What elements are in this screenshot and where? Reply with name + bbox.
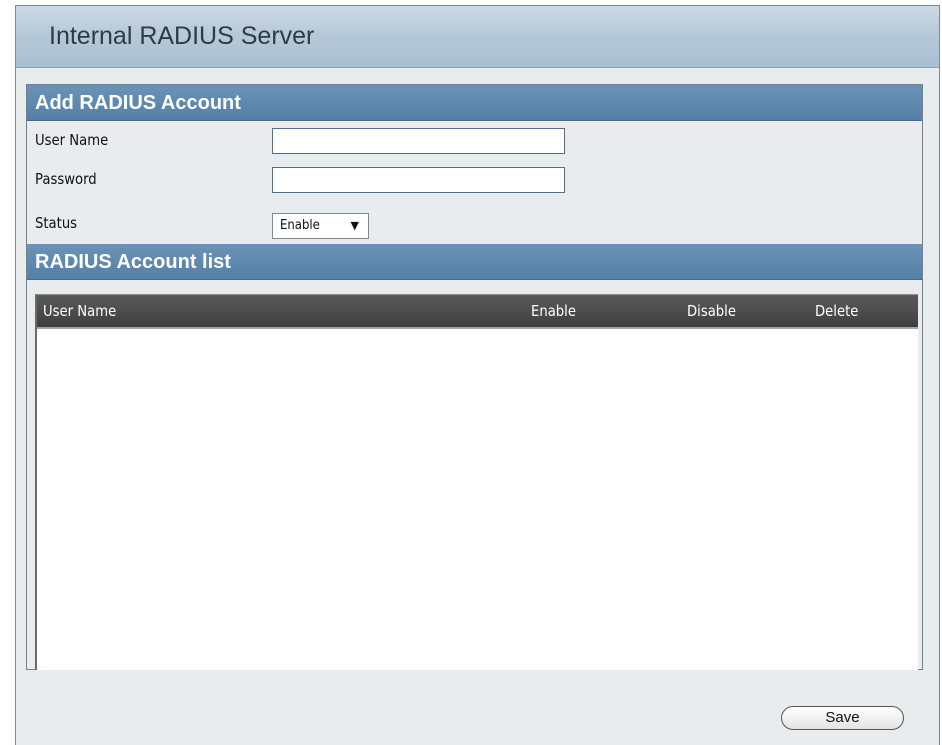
account-list-table-header: User Name Enable Disable Delete (37, 295, 918, 329)
user-name-label: User Name (35, 131, 109, 149)
caret-down-icon: ▼ (350, 219, 359, 232)
column-header-user-name: User Name (43, 302, 117, 320)
password-label: Password (35, 170, 97, 188)
status-select[interactable]: Enable ▼ (272, 213, 369, 239)
save-button[interactable]: Save (781, 706, 904, 730)
account-list-section-header: RADIUS Account list (27, 244, 922, 280)
main-panel: Add RADIUS Account User Name Password St… (26, 84, 923, 670)
page-title-bar: Internal RADIUS Server (16, 6, 939, 68)
page-title: Internal RADIUS Server (49, 22, 315, 50)
status-select-value: Enable (280, 218, 320, 233)
add-account-section-header: Add RADIUS Account (27, 85, 922, 121)
status-label: Status (35, 214, 78, 232)
user-name-input[interactable] (272, 128, 565, 154)
column-header-enable: Enable (531, 302, 576, 320)
column-header-disable: Disable (687, 302, 736, 320)
account-list-table: User Name Enable Disable Delete (35, 294, 918, 670)
password-input[interactable] (272, 167, 565, 193)
column-header-delete: Delete (815, 302, 859, 320)
content-frame: Internal RADIUS Server Add RADIUS Accoun… (15, 5, 940, 745)
